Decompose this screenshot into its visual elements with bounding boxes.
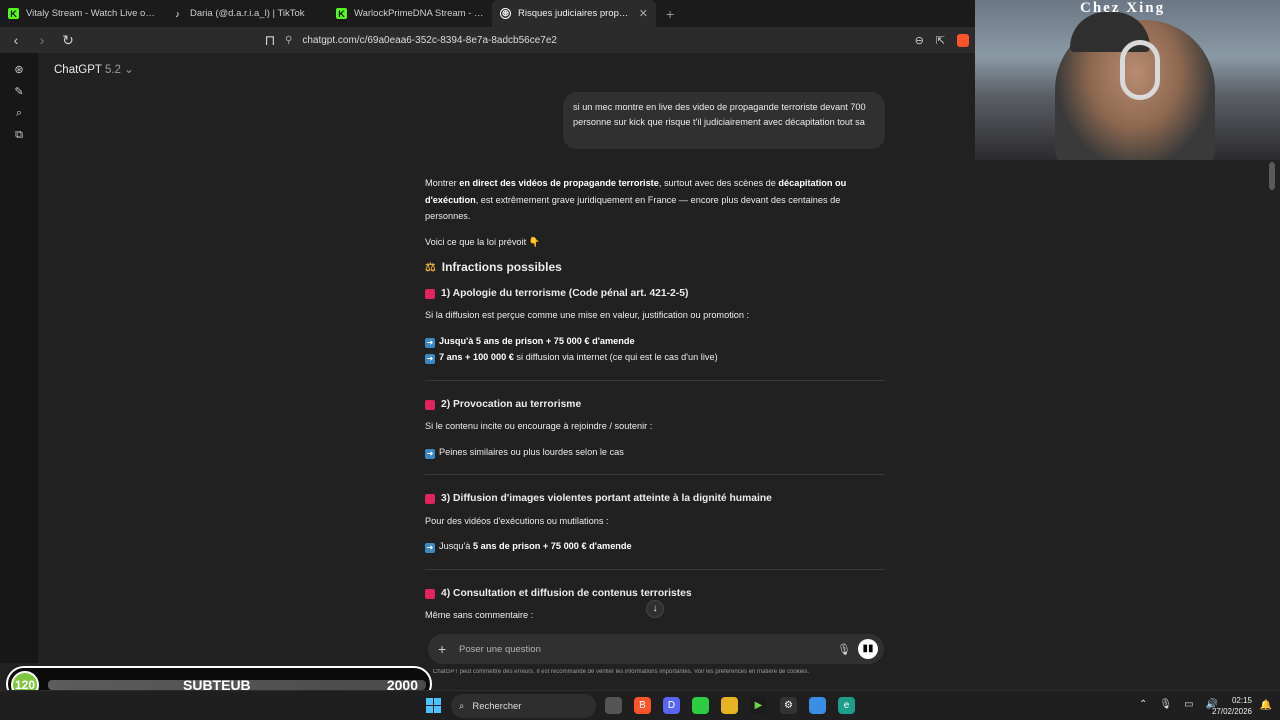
discord-icon[interactable]: D bbox=[663, 697, 680, 714]
brave-shield-icon[interactable] bbox=[957, 33, 969, 47]
subsection-heading: 3) Diffusion d'images violentes portant … bbox=[425, 491, 885, 508]
tab-title: Risques judiciaires propagande bbox=[518, 8, 632, 19]
model-version: 5.2 bbox=[104, 64, 121, 76]
close-tab-icon[interactable]: ✕ bbox=[639, 7, 648, 20]
new-tab-button[interactable]: + bbox=[656, 0, 684, 27]
app-photo-icon[interactable] bbox=[809, 697, 826, 714]
red-square-icon bbox=[425, 288, 435, 299]
zoom-icon[interactable]: ⊖ bbox=[915, 34, 924, 47]
tab-title: WarlockPrimeDNA Stream - Watch L bbox=[354, 8, 484, 19]
kick-icon: K bbox=[336, 8, 347, 19]
divider bbox=[425, 568, 885, 570]
answer-lead: Voici ce que la loi prévoit 👇 bbox=[425, 236, 541, 247]
openai-logo-icon[interactable]: ⊛ bbox=[0, 58, 38, 80]
app-stack-icon[interactable] bbox=[721, 697, 738, 714]
chatgpt-icon: ⊛ bbox=[500, 8, 511, 19]
red-square-icon bbox=[425, 399, 435, 410]
bullet: ➜ Jusqu'à 5 ans de prison + 75 000 € d'am… bbox=[425, 335, 635, 348]
search-icon[interactable]: ⌕ bbox=[0, 102, 38, 124]
app-gear-icon[interactable]: ⚙ bbox=[780, 697, 797, 714]
microphone-icon[interactable]: 🎙 bbox=[834, 643, 854, 656]
disclaimer: ChatGPT peut commettre des erreurs. Il e… bbox=[433, 669, 810, 675]
model-picker[interactable]: ChatGPT 5.2 ⌄ bbox=[54, 62, 134, 76]
address-bar-actions: ⊖ ⇱ bbox=[915, 27, 969, 53]
taskbar-clock[interactable]: 02:15 27/02/2026 bbox=[1212, 695, 1252, 717]
subsection-heading: 1) Apologie du terrorisme (Code pénal ar… bbox=[425, 286, 885, 303]
user-message-bubble: si un mec montre en live des video de pr… bbox=[563, 92, 885, 149]
library-icon[interactable]: ⧉ bbox=[0, 124, 38, 146]
red-square-icon bbox=[425, 588, 435, 599]
brave-browser-icon[interactable]: B bbox=[634, 697, 651, 714]
bullet: ➜ Jusqu'à 5 ans de prison + 75 000 € d'am… bbox=[425, 541, 632, 553]
clock-date: 27/02/2026 bbox=[1211, 707, 1252, 716]
subsection-heading: 2) Provocation au terrorisme bbox=[425, 397, 885, 414]
tab-title: Daria (@d.a.r.i.a_l) | TikTok bbox=[190, 8, 305, 19]
new-chat-icon[interactable]: ✎ bbox=[0, 80, 38, 102]
paragraph: Si le contenu incite ou encourage à rejo… bbox=[425, 421, 653, 431]
tiktok-icon: ♪ bbox=[175, 8, 180, 19]
red-square-icon bbox=[425, 494, 435, 505]
arrow-right-icon: ➜ bbox=[425, 354, 435, 364]
windows-start-icon[interactable] bbox=[426, 698, 441, 713]
url-text: chatgpt.com/c/69a0eaa6-352c-8394-8e7a-8a… bbox=[302, 34, 557, 46]
prompt-input[interactable] bbox=[459, 643, 834, 655]
browser-tab[interactable]: K WarlockPrimeDNA Stream - Watch L bbox=[328, 0, 492, 27]
microphone-icon[interactable]: 🎙 bbox=[1159, 699, 1172, 710]
section-heading: ⚖ Infractions possibles bbox=[425, 260, 562, 274]
url-field[interactable]: ⚲ chatgpt.com/c/69a0eaa6-352c-8394-8e7a-… bbox=[285, 27, 557, 53]
page-scrollbar[interactable] bbox=[1269, 162, 1275, 190]
windows-taskbar: ⌕ Rechercher B D ▶ ⚙ e ⌃ 🎙 ▭ 🔊 02:15 27/… bbox=[0, 690, 1280, 720]
browser-tab[interactable]: ♪ Daria (@d.a.r.i.a_l) | TikTok bbox=[164, 0, 328, 27]
address-bar-row: ‹ › ↻ ⊓ ⚲ chatgpt.com/c/69a0eaa6-352c-83… bbox=[0, 27, 975, 53]
arrow-right-icon: ➜ bbox=[425, 448, 435, 459]
app-green-icon[interactable] bbox=[692, 697, 709, 714]
assistant-message: Montrer en direct des vidéos de propagan… bbox=[425, 175, 885, 633]
user-message-text: si un mec montre en live des video de pr… bbox=[573, 102, 866, 127]
bullet: ➜ 7 ans + 100 000 € si diffusion via inte… bbox=[425, 352, 718, 364]
voice-mode-button[interactable]: ▮▮ bbox=[858, 639, 878, 659]
bullet: ➜ Peines similaires ou plus lourdes selon… bbox=[425, 446, 624, 459]
site-info-icon[interactable]: ⚲ bbox=[285, 35, 292, 46]
model-name: ChatGPT bbox=[54, 64, 102, 76]
divider bbox=[425, 379, 885, 381]
bookmark-icon[interactable]: ⊓ bbox=[260, 32, 280, 49]
back-icon[interactable]: ‹ bbox=[6, 32, 26, 48]
kick-icon: K bbox=[8, 8, 19, 19]
paragraph: Pour des vidéos d'exécutions ou mutilati… bbox=[425, 515, 609, 526]
forward-icon[interactable]: › bbox=[32, 32, 52, 48]
task-view-icon[interactable] bbox=[605, 697, 622, 714]
answer-intro: Montrer en direct des vidéos de propagan… bbox=[425, 178, 847, 221]
notification-icon[interactable]: 🔔 bbox=[1260, 700, 1272, 711]
arrow-right-icon: ➜ bbox=[425, 543, 435, 553]
taskbar-search[interactable]: ⌕ Rechercher bbox=[451, 694, 596, 718]
search-icon: ⌕ bbox=[459, 700, 465, 712]
reload-icon[interactable]: ↻ bbox=[58, 32, 78, 49]
clock-time: 02:15 bbox=[1231, 696, 1252, 705]
edge-icon[interactable]: e bbox=[838, 697, 855, 714]
chevron-up-icon[interactable]: ⌃ bbox=[1139, 699, 1147, 710]
browser-tab[interactable]: K Vitaly Stream - Watch Live on Kick bbox=[0, 0, 164, 27]
scales-icon: ⚖ bbox=[425, 260, 436, 274]
headset-shape bbox=[1120, 40, 1160, 100]
webcam-feed: Chez Xing bbox=[975, 0, 1280, 160]
arrow-right-icon: ➜ bbox=[425, 337, 435, 348]
network-icon[interactable]: ▭ bbox=[1184, 699, 1193, 710]
scroll-down-button[interactable]: ↓ bbox=[646, 600, 664, 618]
share-icon[interactable]: ⇱ bbox=[936, 34, 945, 47]
chevron-down-icon: ⌄ bbox=[124, 64, 134, 76]
app-play-icon[interactable]: ▶ bbox=[750, 697, 767, 714]
paragraph: Si la diffusion est perçue comme une mis… bbox=[425, 310, 750, 320]
tab-title: Vitaly Stream - Watch Live on Kick bbox=[26, 8, 156, 19]
plus-icon[interactable]: + bbox=[438, 641, 454, 657]
composer: + 🎙 ▮▮ bbox=[428, 634, 884, 664]
browser-tab-active[interactable]: ⊛ Risques judiciaires propagande ✕ bbox=[492, 0, 656, 27]
divider bbox=[425, 474, 885, 475]
sidebar-rail: ⊛ ✎ ⌕ ⧉ bbox=[0, 53, 38, 663]
system-tray: ⌃ 🎙 ▭ 🔊 bbox=[1139, 699, 1218, 710]
